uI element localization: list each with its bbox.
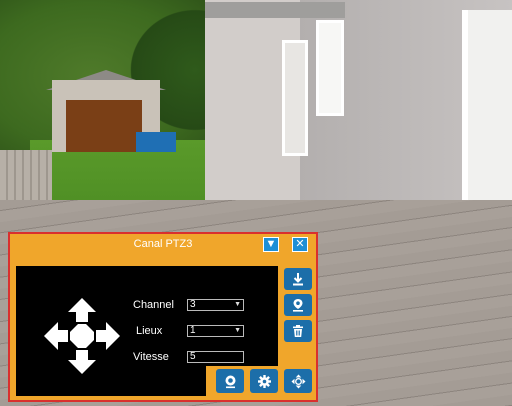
direction-pad[interactable] [42,296,122,376]
vitesse-value: 5 [190,351,196,362]
download-icon [293,273,303,286]
delete-button[interactable] [284,320,312,342]
channel-select[interactable]: 3 ▼ [187,299,244,311]
vitesse-input[interactable]: 5 [187,351,244,363]
window [282,40,308,156]
camera-icon [225,375,235,388]
picnic-table [136,132,176,152]
gear-icon [257,374,271,388]
channel-value: 3 [190,299,196,310]
camera-button[interactable] [216,369,244,393]
trash-icon [293,325,303,337]
location-pin-icon [293,299,303,312]
lieux-select[interactable]: 1 ▼ [187,325,244,337]
triangle-down-icon[interactable]: ▼ [263,237,279,252]
patio-door [462,10,512,225]
lieux-label: Lieux [136,325,163,337]
chevron-down-icon: ▼ [234,327,241,334]
settings-button[interactable] [250,369,278,393]
download-button[interactable] [284,268,312,290]
location-button[interactable] [284,294,312,316]
close-icon[interactable]: ✕ [292,237,308,252]
roof-edge [205,2,345,18]
vitesse-label: Vitesse [133,351,169,363]
four-way-arrows-icon [44,298,120,374]
chevron-down-icon: ▼ [234,301,241,308]
shed-door [66,100,142,152]
window [316,20,344,116]
lieux-value: 1 [190,325,196,336]
move-button[interactable] [284,369,312,393]
move-arrows-icon [291,374,305,388]
channel-label: Channel [133,299,174,311]
ptz-panel: Canal PTZ3 ▼ ✕ Channel 3 ▼ Lieux 1 ▼ Vit… [8,232,318,402]
